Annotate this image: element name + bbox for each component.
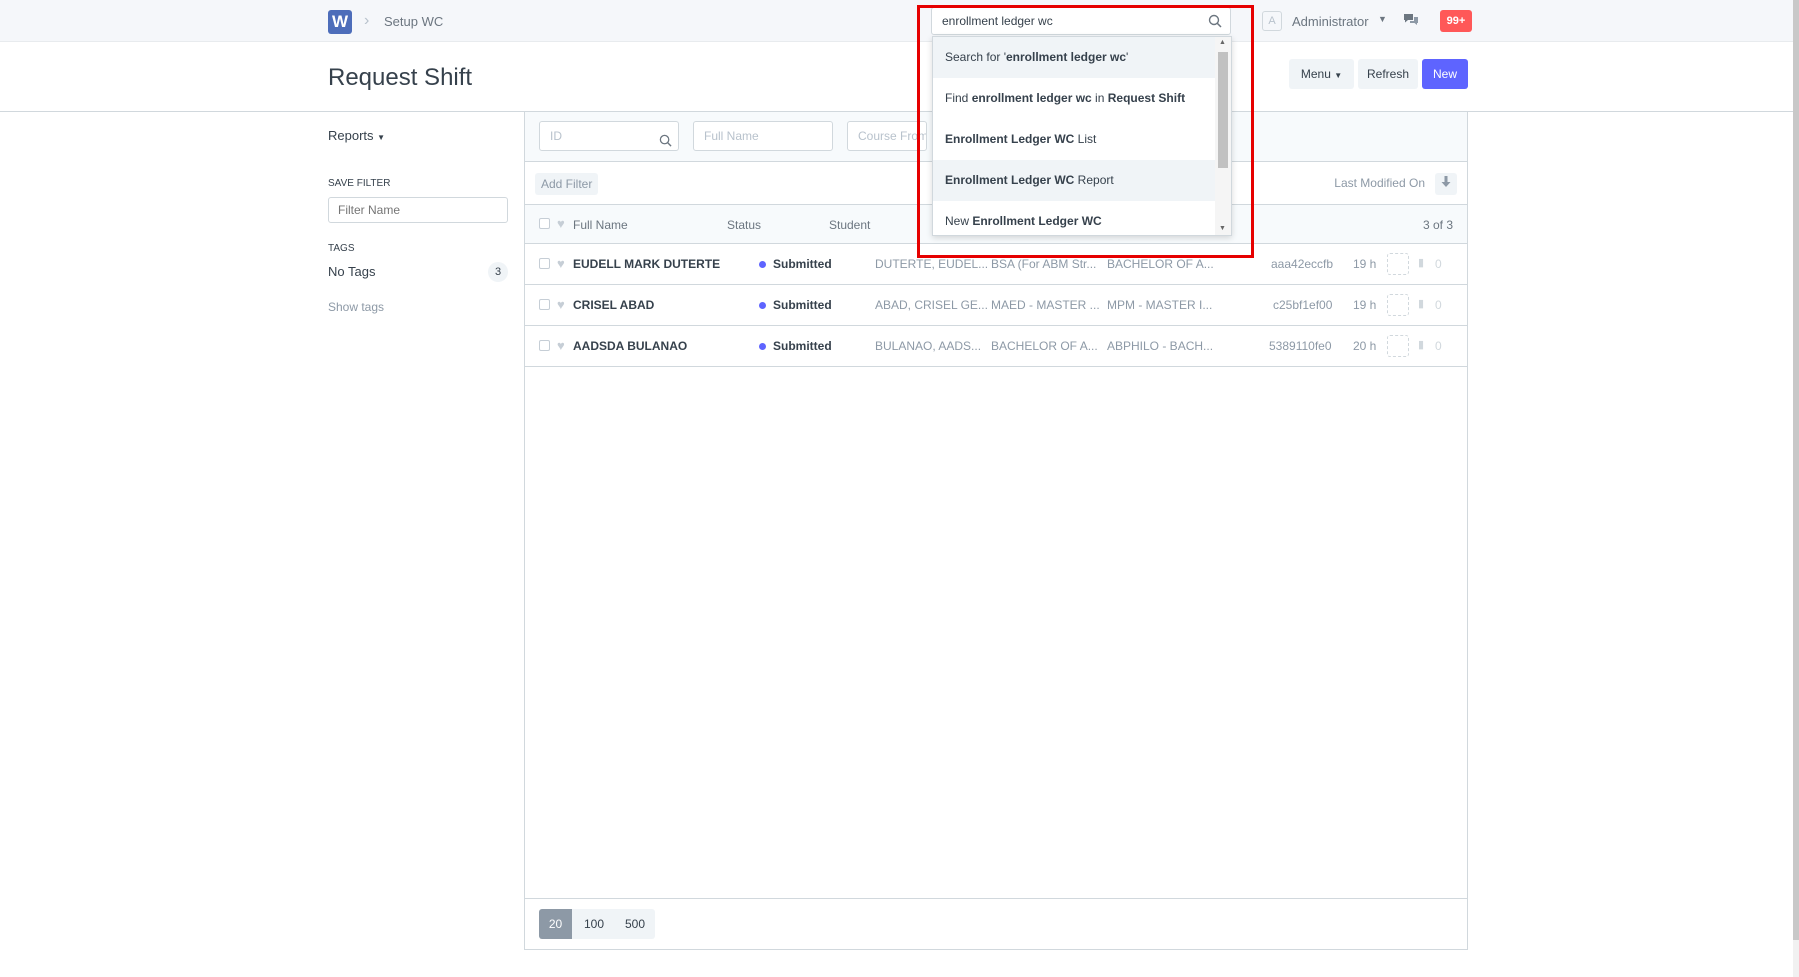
page-head: Request Shift Menu ▼ Refresh New [0, 42, 1799, 112]
row-course-from: MAED - MASTER ... [991, 298, 1100, 312]
status-indicator [759, 343, 766, 350]
comment-icon: ▮ [1418, 339, 1425, 351]
reports-dropdown[interactable]: Reports ▼ [328, 128, 385, 143]
row-status: Submitted [773, 257, 832, 271]
notifications-badge[interactable]: 99+ [1440, 10, 1472, 32]
row-comment-count: 0 [1435, 298, 1442, 312]
tag-count-badge: 3 [488, 262, 508, 282]
reports-label: Reports [328, 128, 374, 143]
id-filter-input[interactable]: ID [539, 121, 679, 151]
heart-icon[interactable]: ♥ [557, 298, 565, 311]
add-filter-button[interactable]: Add Filter [535, 173, 599, 195]
row-status: Submitted [773, 339, 832, 353]
new-button[interactable]: New [1422, 59, 1468, 89]
filter-name-input[interactable] [328, 197, 508, 223]
no-tags-item[interactable]: No Tags [328, 264, 375, 279]
page-length-20[interactable]: 20 [539, 909, 572, 939]
row-course-to: MPM - MASTER I... [1107, 298, 1213, 312]
comment-icon: ▮ [1418, 298, 1425, 310]
row-id: c25bf1ef00 [1273, 298, 1333, 312]
navbar: W › Setup WC A Administrator ▼ 99+ [0, 0, 1799, 42]
row-id: aaa42eccfb [1271, 257, 1334, 271]
row-modified: 20 h [1353, 339, 1377, 353]
row-course-to: ABPHILO - BACH... [1107, 339, 1214, 353]
chevron-right-icon: › [364, 12, 370, 29]
assignee-avatar [1387, 253, 1409, 275]
row-comment-count: 0 [1435, 339, 1442, 353]
table-row[interactable]: ♥ AADSDA BULANAO Submitted BULANAO, AADS… [525, 326, 1467, 367]
user-menu[interactable]: Administrator [1292, 14, 1369, 29]
row-modified: 19 h [1353, 257, 1377, 271]
row-student: ABAD, CRISEL GE... [875, 298, 988, 312]
col-full-name: Full Name [573, 218, 628, 232]
row-course-from: BACHELOR OF A... [991, 339, 1098, 353]
refresh-button[interactable]: Refresh [1358, 59, 1418, 89]
save-filter-title: SAVE FILTER [328, 178, 391, 189]
row-modified: 19 h [1353, 298, 1377, 312]
row-student: DUTERTE, EUDEL... [875, 257, 989, 271]
page-length-100[interactable]: 100 [574, 909, 614, 939]
page-title: Request Shift [328, 64, 473, 91]
row-student: BULANAO, AADS... [875, 339, 982, 353]
col-status: Status [727, 218, 762, 232]
arrow-down-icon [1441, 176, 1451, 187]
select-all-checkbox[interactable] [539, 218, 550, 229]
id-filter-placeholder: ID [550, 129, 562, 143]
list-count: 3 of 3 [1422, 218, 1453, 232]
row-full-name[interactable]: EUDELL MARK DUTERTE [573, 257, 720, 271]
page-scrollbar-thumb[interactable] [1793, 0, 1799, 940]
list-paging: 20 100 500 [525, 898, 1467, 949]
table-row[interactable]: ♥ CRISEL ABAD Submitted ABAD, CRISEL GE.… [525, 285, 1467, 326]
heart-icon[interactable]: ♥ [557, 339, 565, 352]
chat-icon[interactable] [1403, 13, 1419, 30]
caret-down-icon[interactable]: ▼ [1378, 14, 1387, 24]
assignee-avatar [1387, 335, 1409, 357]
app-logo[interactable]: W [328, 10, 352, 34]
search-icon [659, 129, 672, 157]
row-status: Submitted [773, 298, 832, 312]
row-checkbox[interactable] [539, 340, 550, 351]
col-student: Student [829, 218, 871, 232]
show-tags-link[interactable]: Show tags [328, 300, 384, 314]
row-checkbox[interactable] [539, 258, 550, 269]
page-scrollbar[interactable] [1793, 0, 1799, 977]
sort-order-button[interactable] [1435, 173, 1457, 195]
menu-button-label: Menu [1300, 67, 1331, 81]
row-checkbox[interactable] [539, 299, 550, 310]
sort-selector[interactable]: Last Modified On [1334, 176, 1425, 190]
caret-down-icon: ▼ [1334, 71, 1343, 80]
full-name-filter-input[interactable]: Full Name [693, 121, 833, 151]
user-avatar[interactable]: A [1262, 11, 1282, 31]
caret-down-icon: ▼ [377, 133, 386, 142]
course-from-filter-input[interactable]: Course From [847, 121, 927, 151]
row-full-name[interactable]: AADSDA BULANAO [573, 339, 687, 353]
assignee-avatar [1387, 294, 1409, 316]
row-full-name[interactable]: CRISEL ABAD [573, 298, 654, 312]
comment-icon: ▮ [1418, 257, 1425, 269]
page-length-group: 20 100 500 [539, 909, 655, 939]
row-course-to: BACHELOR OF A... [1107, 257, 1214, 271]
heart-icon[interactable]: ♥ [557, 257, 565, 270]
status-indicator [759, 261, 766, 268]
heart-icon[interactable]: ♥ [557, 217, 565, 230]
menu-button[interactable]: Menu ▼ [1289, 59, 1354, 89]
row-comment-count: 0 [1435, 257, 1442, 271]
page-length-500[interactable]: 500 [615, 909, 655, 939]
row-id: 5389110fe0 [1269, 339, 1332, 353]
row-course-from: BSA (For ABM Str... [991, 257, 1097, 271]
breadcrumb[interactable]: Setup WC [384, 14, 443, 29]
tags-title: TAGS [328, 243, 355, 254]
highlight-annotation-box [917, 5, 1254, 258]
status-indicator [759, 302, 766, 309]
